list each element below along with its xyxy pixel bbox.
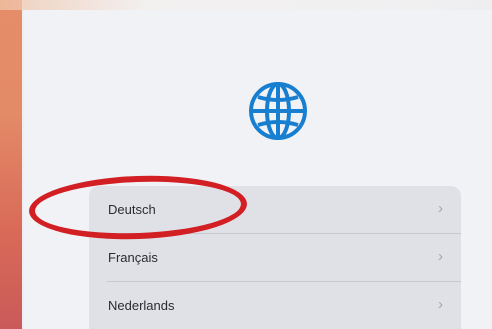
top-edge-reflection (0, 0, 492, 10)
language-label: Deutsch (108, 202, 156, 217)
device-edge (0, 0, 22, 329)
globe-icon (249, 82, 307, 140)
language-row-nederlands[interactable]: Nederlands › (89, 282, 461, 329)
language-label: Français (108, 250, 158, 265)
language-row-francais[interactable]: Français › (89, 234, 461, 282)
chevron-right-icon: › (438, 200, 443, 217)
language-label: Nederlands (108, 298, 175, 313)
chevron-right-icon: › (438, 296, 443, 313)
language-list: Deutsch › Français › Nederlands › (89, 186, 461, 329)
language-row-deutsch[interactable]: Deutsch › (89, 186, 461, 234)
language-selection-screen: Deutsch › Français › Nederlands › (0, 0, 492, 329)
chevron-right-icon: › (438, 248, 443, 265)
